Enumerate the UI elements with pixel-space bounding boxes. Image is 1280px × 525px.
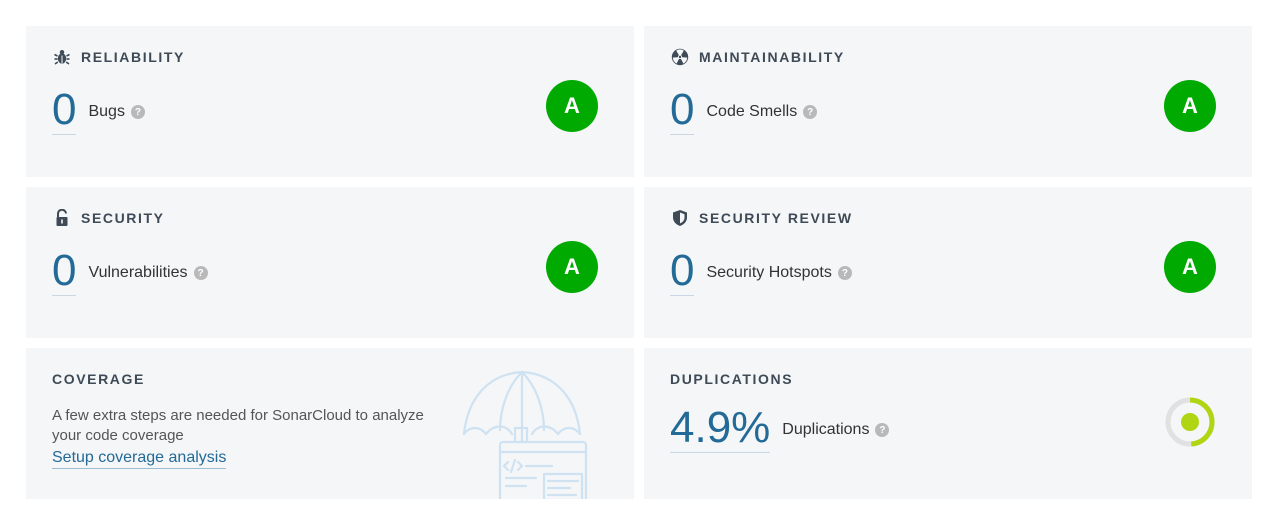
security-hotspots-count-link[interactable]: 0: [670, 247, 695, 296]
coverage-title: COVERAGE: [52, 371, 145, 387]
coverage-header: COVERAGE: [52, 370, 145, 388]
code-smells-count-link[interactable]: 0: [670, 86, 695, 135]
security-grade-badge[interactable]: A: [546, 241, 598, 293]
bugs-label: Bugs: [88, 102, 125, 120]
shield-icon: [670, 208, 690, 228]
donut-center-dot: [1181, 413, 1199, 431]
maintainability-title: MAINTAINABILITY: [699, 49, 845, 65]
bug-icon: [52, 47, 72, 67]
duplications-percent-link[interactable]: 4.9%: [670, 404, 771, 453]
maintainability-metric: 0 Code Smells ?: [670, 86, 818, 135]
bugs-count-link[interactable]: 0: [52, 86, 77, 135]
duplications-metric: 4.9% Duplications ?: [670, 404, 890, 453]
measures-overview: RELIABILITY 0 Bugs ? A MAINTAINABILITY 0…: [26, 26, 1252, 500]
help-icon[interactable]: ?: [193, 266, 208, 280]
security-metric: 0 Vulnerabilities ?: [52, 247, 208, 296]
help-icon[interactable]: ?: [875, 423, 890, 437]
help-icon[interactable]: ?: [130, 105, 145, 119]
security-review-header: SECURITY REVIEW: [670, 209, 853, 227]
security-hotspots-label: Security Hotspots: [706, 263, 832, 281]
help-icon[interactable]: ?: [837, 266, 852, 280]
reliability-title: RELIABILITY: [81, 49, 185, 65]
duplications-card: DUPLICATIONS 4.9% Duplications ?: [644, 348, 1252, 499]
coverage-message: A few extra steps are needed for SonarCl…: [52, 407, 424, 444]
help-icon[interactable]: ?: [803, 105, 818, 119]
security-header: SECURITY: [52, 209, 165, 227]
reliability-card: RELIABILITY 0 Bugs ? A: [26, 26, 634, 177]
duplications-donut-chart[interactable]: [1162, 394, 1218, 450]
vulnerabilities-count-link[interactable]: 0: [52, 247, 77, 296]
coverage-card: COVERAGE A few extra steps are needed fo…: [26, 348, 634, 499]
security-title: SECURITY: [81, 210, 165, 226]
security-review-metric: 0 Security Hotspots ?: [670, 247, 852, 296]
radiation-icon: [670, 47, 690, 67]
security-review-grade-badge[interactable]: A: [1164, 241, 1216, 293]
security-card: SECURITY 0 Vulnerabilities ? A: [26, 187, 634, 338]
maintainability-card: MAINTAINABILITY 0 Code Smells ? A: [644, 26, 1252, 177]
security-review-card: SECURITY REVIEW 0 Security Hotspots ? A: [644, 187, 1252, 338]
vulnerabilities-label: Vulnerabilities: [88, 263, 188, 281]
reliability-metric: 0 Bugs ?: [52, 86, 145, 135]
maintainability-header: MAINTAINABILITY: [670, 48, 845, 66]
security-review-title: SECURITY REVIEW: [699, 210, 853, 226]
reliability-grade-badge[interactable]: A: [546, 80, 598, 132]
setup-coverage-link[interactable]: Setup coverage analysis: [52, 448, 227, 469]
lock-open-icon: [52, 208, 72, 228]
reliability-header: RELIABILITY: [52, 48, 185, 66]
duplications-label: Duplications: [782, 420, 870, 438]
duplications-header: DUPLICATIONS: [670, 370, 793, 388]
code-smells-label: Code Smells: [706, 102, 798, 120]
maintainability-grade-badge[interactable]: A: [1164, 80, 1216, 132]
duplications-title: DUPLICATIONS: [670, 371, 794, 387]
umbrella-code-illustration: [462, 370, 588, 499]
